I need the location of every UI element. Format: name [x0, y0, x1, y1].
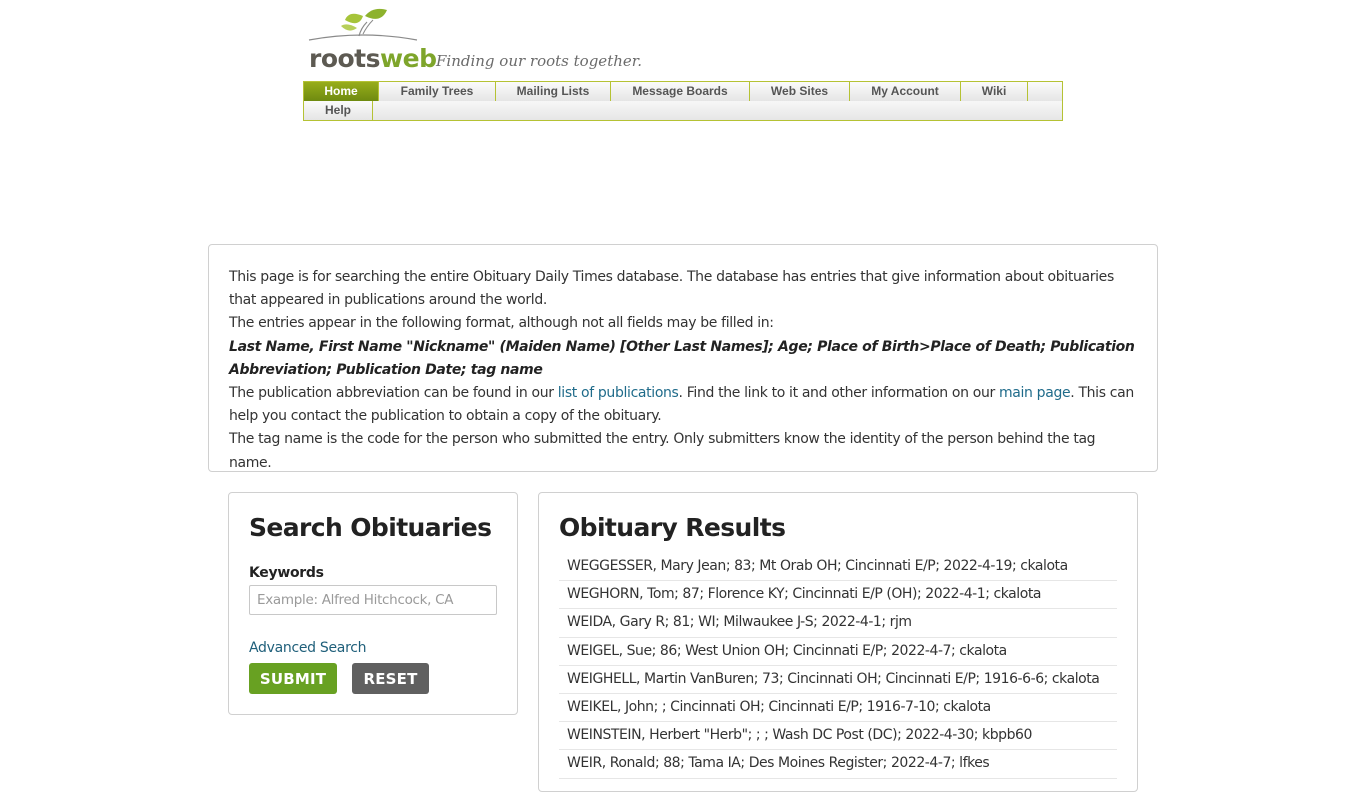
search-title: Search Obituaries	[249, 513, 492, 542]
nav-family-trees[interactable]: Family Trees	[379, 82, 496, 101]
main-page-link[interactable]: main page	[999, 385, 1071, 401]
logo-roots: roots	[309, 44, 381, 73]
results-panel: Obituary Results WEGGESSER, Mary Jean; 8…	[538, 492, 1138, 792]
rootsweb-logo[interactable]: rootsweb	[307, 6, 437, 76]
text: The publication abbreviation can be foun…	[229, 385, 558, 402]
nav-row-1: Home Family Trees Mailing Lists Message …	[304, 82, 1062, 101]
result-item[interactable]: WEIGHELL, Martin VanBuren; 73; Cincinnat…	[559, 666, 1117, 694]
result-item[interactable]: WEGGESSER, Mary Jean; 83; Mt Orab OH; Ci…	[559, 553, 1117, 582]
sprout-icon	[308, 8, 418, 41]
entry-format: Last Name, First Name "Nickname" (Maiden…	[229, 338, 1135, 378]
nav-message-boards[interactable]: Message Boards	[611, 82, 750, 101]
nav-home[interactable]: Home	[304, 82, 379, 101]
tagline: Finding our roots together.	[436, 52, 643, 70]
keywords-label: Keywords	[249, 565, 324, 581]
result-item[interactable]: WEIKEL, John; ; Cincinnati OH; Cincinnat…	[559, 694, 1117, 723]
text: . Find the link to it and other informat…	[678, 385, 999, 402]
search-panel: Search Obituaries Keywords Advanced Sear…	[228, 492, 518, 715]
nav-mailing-lists[interactable]: Mailing Lists	[496, 82, 611, 101]
intro-tag-note: The tag name is the code for the person …	[229, 431, 1096, 471]
nav-help[interactable]: Help	[304, 101, 373, 120]
advanced-search-link[interactable]: Advanced Search	[249, 640, 367, 656]
submit-button[interactable]: SUBMIT	[249, 663, 337, 694]
site-header: rootsweb Finding our roots together.	[303, 6, 1063, 78]
nav-row-2: Help	[304, 101, 1062, 120]
result-item[interactable]: WEIDA, Gary R; 81; WI; Milwaukee J-S; 20…	[559, 609, 1117, 638]
result-item[interactable]: WEIR, Ronald; 88; Tama IA; Des Moines Re…	[559, 750, 1117, 779]
result-item[interactable]: WEINSTEIN, Herbert "Herb"; ; ; Wash DC P…	[559, 722, 1117, 751]
main-nav: Home Family Trees Mailing Lists Message …	[303, 81, 1063, 121]
list-of-publications-link[interactable]: list of publications	[558, 385, 679, 401]
results-list: WEGGESSER, Mary Jean; 83; Mt Orab OH; Ci…	[559, 553, 1117, 779]
logo-web: web	[380, 44, 437, 73]
keywords-input[interactable]	[249, 585, 497, 615]
nav-filler	[1028, 82, 1062, 101]
logo-wordmark: rootsweb	[309, 44, 437, 73]
nav-wiki[interactable]: Wiki	[961, 82, 1028, 101]
intro-format-note: The entries appear in the following form…	[229, 315, 774, 332]
nav-web-sites[interactable]: Web Sites	[750, 82, 850, 101]
intro-publication-note: The publication abbreviation can be foun…	[229, 382, 1137, 428]
intro-box: This page is for searching the entire Ob…	[208, 244, 1158, 472]
reset-button[interactable]: RESET	[352, 663, 429, 694]
result-item[interactable]: WEIGEL, Sue; 86; West Union OH; Cincinna…	[559, 638, 1117, 666]
results-title: Obituary Results	[559, 513, 786, 542]
result-item[interactable]: WEGHORN, Tom; 87; Florence KY; Cincinnat…	[559, 581, 1117, 610]
nav-my-account[interactable]: My Account	[850, 82, 961, 101]
intro-description: This page is for searching the entire Ob…	[229, 269, 1114, 309]
